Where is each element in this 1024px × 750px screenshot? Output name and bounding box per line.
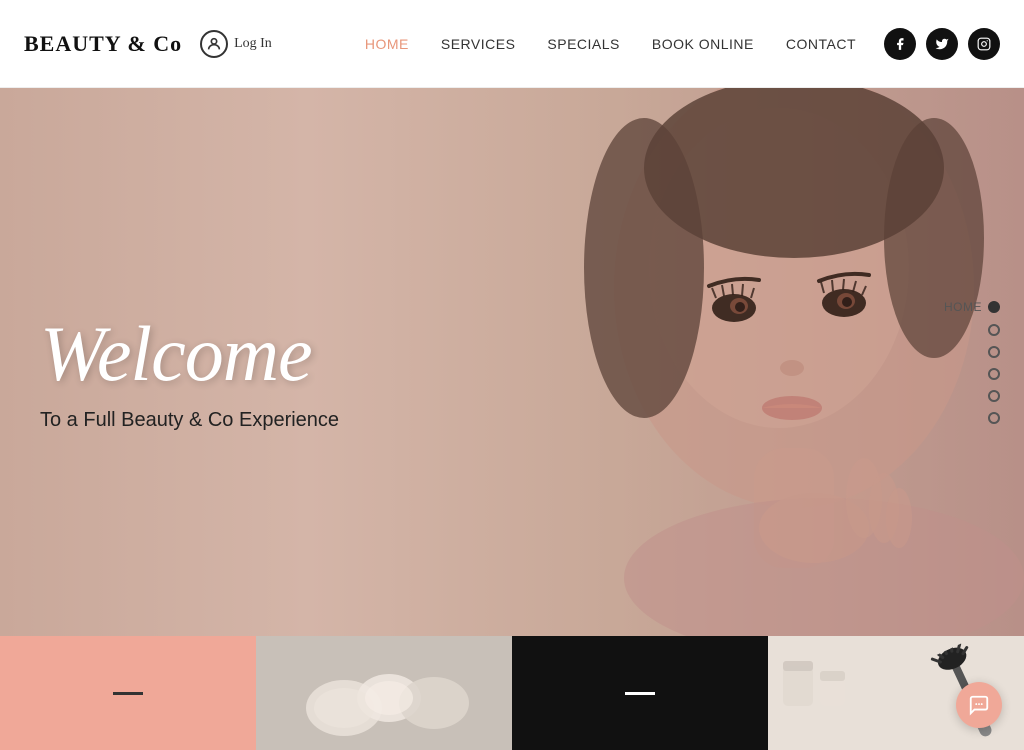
nav-specials[interactable]: SPECIALS bbox=[547, 36, 619, 52]
bottom-strip bbox=[0, 636, 1024, 750]
login-label[interactable]: Log In bbox=[234, 36, 272, 52]
strip-item-1[interactable] bbox=[0, 636, 256, 750]
login-area[interactable]: Log In bbox=[200, 30, 272, 58]
chat-icon bbox=[968, 694, 990, 716]
hero-subtitle: To a Full Beauty & Co Experience bbox=[40, 409, 339, 432]
twitter-icon[interactable] bbox=[926, 28, 958, 60]
main-nav: HOME SERVICES SPECIALS BOOK ONLINE CONTA… bbox=[365, 36, 856, 52]
strip-item-2[interactable] bbox=[256, 636, 512, 750]
nav-book-online[interactable]: BOOK ONLINE bbox=[652, 36, 754, 52]
dot-home-label: HOME bbox=[944, 300, 982, 314]
spa-stones bbox=[294, 648, 474, 738]
dot-1[interactable] bbox=[988, 301, 1000, 313]
strip-dash-3 bbox=[625, 692, 655, 695]
strip-item-3[interactable] bbox=[512, 636, 768, 750]
cosmetic-jars bbox=[778, 646, 858, 716]
nav-home[interactable]: HOME bbox=[365, 36, 409, 52]
dot-6[interactable] bbox=[988, 412, 1000, 424]
logo[interactable]: BEAUTY & Co bbox=[24, 31, 182, 57]
dot-home-row: HOME bbox=[944, 300, 1000, 314]
dot-5[interactable] bbox=[988, 390, 1000, 402]
hero-welcome: Welcome bbox=[40, 315, 339, 393]
facebook-icon[interactable] bbox=[884, 28, 916, 60]
hero-text: Welcome To a Full Beauty & Co Experience bbox=[40, 315, 339, 432]
scroll-dots: HOME bbox=[944, 300, 1000, 424]
hero-image bbox=[424, 88, 1024, 636]
user-icon bbox=[200, 30, 228, 58]
dot-3[interactable] bbox=[988, 346, 1000, 358]
chat-button[interactable] bbox=[956, 682, 1002, 728]
hero-section: Welcome To a Full Beauty & Co Experience… bbox=[0, 88, 1024, 636]
header: BEAUTY & Co Log In HOME SERVICES SPECIAL… bbox=[0, 0, 1024, 88]
strip-dash-1 bbox=[113, 692, 143, 695]
dot-2[interactable] bbox=[988, 324, 1000, 336]
nav-contact[interactable]: CONTACT bbox=[786, 36, 856, 52]
dot-4[interactable] bbox=[988, 368, 1000, 380]
nav-services[interactable]: SERVICES bbox=[441, 36, 516, 52]
instagram-icon[interactable] bbox=[968, 28, 1000, 60]
social-icons bbox=[884, 28, 1000, 60]
